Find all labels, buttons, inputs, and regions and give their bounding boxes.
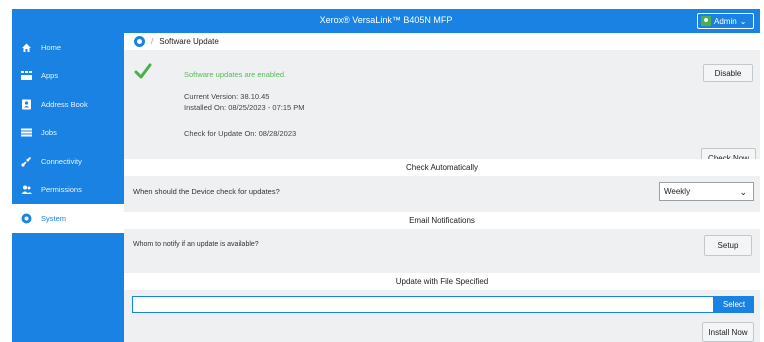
sidebar-item-label: Address Book <box>41 99 88 109</box>
update-file-heading: Update with File Specified <box>124 273 760 290</box>
sidebar-item-apps[interactable]: Apps <box>12 62 124 91</box>
apps-icon <box>20 70 32 82</box>
breadcrumb-separator: / <box>151 37 154 46</box>
user-avatar-icon <box>701 16 711 26</box>
chevron-down-icon: ⌄ <box>739 16 747 26</box>
check-for-update-text: Check for Update On: 08/28/2023 <box>184 129 297 138</box>
updates-enabled-text: Software updates are enabled. <box>184 70 287 79</box>
sidebar-item-label: Apps <box>41 71 59 81</box>
jobs-icon <box>20 127 32 139</box>
disable-button[interactable]: Disable <box>703 64 753 82</box>
top-bar: Xerox® VersaLink™ B405N MFP Admin ⌄ <box>12 9 760 33</box>
sidebar-item-address-book[interactable]: Address Book <box>12 90 124 119</box>
select-file-button[interactable]: Select <box>714 296 754 313</box>
check-frequency-question: When should the Device check for updates… <box>133 187 280 196</box>
install-now-button[interactable]: Install Now <box>702 322 754 342</box>
connectivity-icon <box>20 155 32 167</box>
file-path-input[interactable] <box>132 296 714 313</box>
sidebar-item-label: Connectivity <box>41 156 82 166</box>
check-automatically-row: When should the Device check for updates… <box>124 176 760 207</box>
sidebar-item-permissions[interactable]: Permissions <box>12 176 124 205</box>
page-title: Software Update <box>159 37 219 46</box>
check-automatically-heading: Check Automatically <box>124 159 760 176</box>
breadcrumb: / Software Update <box>124 33 760 50</box>
sidebar-item-label: Permissions <box>41 185 82 195</box>
app-title: Xerox® VersaLink™ B405N MFP <box>319 15 453 25</box>
gear-icon <box>20 212 32 224</box>
home-icon <box>20 41 32 53</box>
sidebar-item-label: Home <box>41 42 62 52</box>
main-content: / Software Update Software updates are e… <box>124 33 760 342</box>
update-file-row: Select Install Now <box>124 290 760 342</box>
admin-label: Admin <box>714 16 737 26</box>
email-notifications-heading: Email Notifications <box>124 212 760 229</box>
permissions-icon <box>20 184 32 196</box>
sidebar-item-label: System <box>41 213 67 223</box>
address-book-icon <box>20 98 32 110</box>
sidebar-item-label: Jobs <box>41 128 57 138</box>
installed-on-text: Installed On: 08/25/2023 - 07:15 PM <box>184 103 305 112</box>
check-frequency-value: Weekly <box>664 187 691 196</box>
notify-question: Whom to notify if an update is available… <box>133 241 259 248</box>
current-version-text: Current Version: 38.10.45 <box>184 92 270 101</box>
email-notifications-row: Whom to notify if an update is available… <box>124 229 760 262</box>
chevron-down-icon: ⌄ <box>739 187 747 197</box>
sidebar-item-jobs[interactable]: Jobs <box>12 119 124 148</box>
sidebar-item-system[interactable]: System <box>12 204 124 233</box>
sidebar-item-home[interactable]: Home <box>12 33 124 62</box>
system-gear-icon <box>134 36 145 47</box>
check-frequency-select[interactable]: Weekly ⌄ <box>659 182 754 201</box>
sidebar: Home Apps Address Book Jobs Connectivity… <box>12 33 124 342</box>
check-icon <box>134 63 152 79</box>
sidebar-item-connectivity[interactable]: Connectivity <box>12 147 124 176</box>
admin-menu-button[interactable]: Admin ⌄ <box>697 13 754 29</box>
setup-button[interactable]: Setup <box>704 235 752 256</box>
